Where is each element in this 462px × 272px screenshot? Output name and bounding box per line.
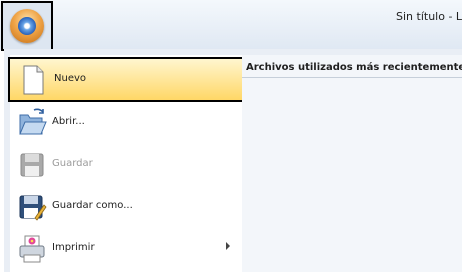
menu-item-imprimir[interactable]: Imprimir	[10, 228, 246, 270]
menu-item-label: Nuevo	[54, 73, 87, 84]
title-bar: Sin título - La	[0, 0, 462, 50]
app-orb-icon	[10, 9, 44, 43]
menu-item-label: Imprimir	[52, 242, 95, 253]
divider	[242, 77, 462, 78]
menu-item-label: Abrir...	[52, 116, 85, 127]
menu-item-guardar[interactable]: Guardar	[10, 144, 246, 186]
menu-item-guardar-como[interactable]: Guardar como...	[10, 186, 246, 228]
menu-item-abrir[interactable]: Abrir...	[10, 102, 246, 144]
menu-item-label: Guardar como...	[52, 200, 133, 211]
application-menu: Nuevo Abrir... Guardar Guardar como... I…	[4, 49, 462, 272]
printer-icon	[17, 233, 47, 265]
recent-files-panel: Archivos utilizados más recientemente	[242, 55, 462, 272]
window-title: Sin título - La	[396, 10, 462, 23]
menu-item-nuevo[interactable]: Nuevo	[8, 57, 246, 102]
menu-commands: Nuevo Abrir... Guardar Guardar como... I…	[8, 55, 247, 272]
new-document-icon	[18, 64, 48, 96]
menu-item-label: Guardar	[52, 158, 93, 169]
application-button[interactable]	[1, 1, 53, 51]
save-as-icon	[17, 191, 47, 223]
open-folder-icon	[17, 107, 47, 139]
submenu-arrow-icon	[226, 242, 230, 250]
recent-files-header: Archivos utilizados más recientemente	[246, 62, 462, 73]
save-disk-icon	[17, 149, 47, 181]
